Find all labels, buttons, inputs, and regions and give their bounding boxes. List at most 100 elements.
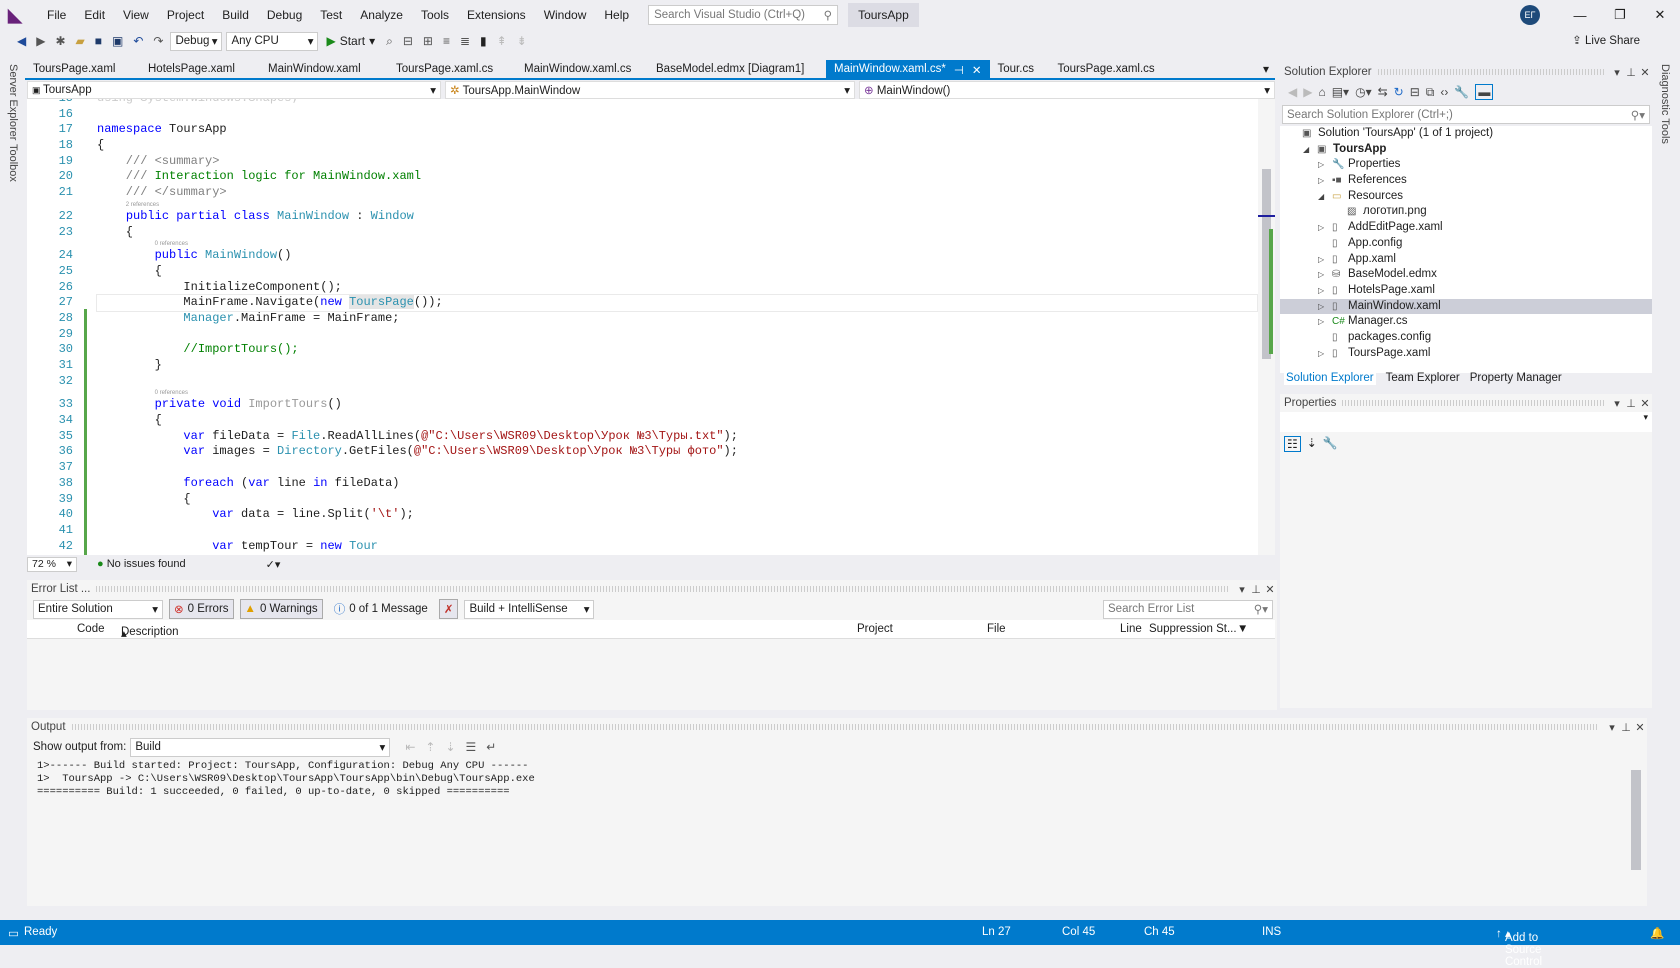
warnings-filter-button[interactable]: ▲ 0 Warnings bbox=[239, 599, 323, 619]
save-icon[interactable]: ■ bbox=[92, 34, 105, 48]
alphabetical-icon[interactable]: ⇣ bbox=[1307, 436, 1317, 452]
property-pages-icon[interactable]: 🔧 bbox=[1323, 436, 1338, 452]
undo-icon[interactable]: ↶ bbox=[130, 34, 146, 48]
home-icon[interactable]: ⌂ bbox=[1318, 85, 1325, 99]
code-line[interactable]: foreach (var line in fileData) bbox=[97, 476, 1257, 492]
pin-icon[interactable]: ⊥ bbox=[1249, 583, 1263, 596]
errors-filter-button[interactable]: ⊗ 0 Errors bbox=[169, 599, 234, 619]
tree-item[interactable]: ▷ ▯ HotelsPage.xaml bbox=[1280, 283, 1652, 299]
search-input[interactable]: Search Visual Studio (Ctrl+Q) ⚲ bbox=[648, 5, 839, 25]
start-button[interactable]: ▶ Start ▾ bbox=[322, 34, 379, 48]
bookmark-next-icon[interactable]: ⇟ bbox=[514, 34, 530, 48]
column-code[interactable]: Code bbox=[77, 623, 105, 635]
tab-document[interactable]: ToursPage.xaml bbox=[25, 60, 140, 78]
tab-property-manager[interactable]: Property Manager bbox=[1470, 371, 1562, 385]
save-all-icon[interactable]: ▣ bbox=[109, 34, 126, 48]
menu-debug[interactable]: Debug bbox=[258, 8, 311, 22]
column-file[interactable]: File bbox=[987, 623, 1006, 635]
tree-item[interactable]: ▷ ▪■ References bbox=[1280, 173, 1652, 189]
menu-edit[interactable]: Edit bbox=[75, 8, 114, 22]
tree-item[interactable]: ▷ 🔧 Properties bbox=[1280, 157, 1652, 173]
type-dropdown[interactable]: ✲ ToursApp.MainWindow ▾ bbox=[445, 81, 855, 99]
notifications-icon[interactable]: 🔔 bbox=[1650, 926, 1664, 940]
forward-icon[interactable]: ▶ bbox=[33, 34, 48, 48]
back-icon[interactable]: ◀ bbox=[14, 34, 29, 48]
menu-test[interactable]: Test bbox=[311, 8, 351, 22]
tree-item[interactable]: ▯ packages.config bbox=[1280, 330, 1652, 346]
tree-item[interactable]: ▷ C# Manager.cs bbox=[1280, 314, 1652, 330]
restore-icon[interactable]: ❐ bbox=[1600, 7, 1640, 23]
code-line[interactable]: //ImportTours(); bbox=[97, 342, 1257, 358]
switch-views-icon[interactable]: ▤▾ bbox=[1332, 85, 1349, 99]
menu-project[interactable]: Project bbox=[158, 8, 213, 22]
menu-file[interactable]: File bbox=[38, 8, 75, 22]
code-line[interactable]: /// </summary> bbox=[97, 185, 1257, 201]
show-all-files-icon[interactable]: ⧉ bbox=[1426, 85, 1435, 100]
comment-icon[interactable]: ≡ bbox=[440, 34, 453, 48]
zoom-dropdown[interactable]: 72 % ▾ bbox=[27, 556, 77, 572]
code-line[interactable] bbox=[97, 107, 1257, 123]
dropdown-icon[interactable]: ▾ bbox=[1605, 721, 1619, 734]
clear-all-icon[interactable]: ☰ bbox=[463, 740, 480, 754]
pin-icon[interactable]: ⊥ bbox=[1624, 397, 1638, 410]
tree-item[interactable]: ▯ App.config bbox=[1280, 236, 1652, 252]
filter-toggle-button[interactable]: ✗ bbox=[438, 599, 459, 619]
scope-dropdown[interactable]: Entire Solution ▾ bbox=[33, 599, 163, 619]
code-line[interactable]: { bbox=[97, 413, 1257, 429]
tree-item[interactable]: ▷ ▯ MainWindow.xaml bbox=[1280, 298, 1652, 315]
code-line[interactable]: { bbox=[97, 225, 1257, 241]
tab-solution-explorer[interactable]: Solution Explorer bbox=[1284, 371, 1376, 385]
code-line[interactable]: { bbox=[97, 492, 1257, 508]
code-line[interactable]: var tempTour = new Tour bbox=[97, 539, 1257, 555]
next-message-icon[interactable]: ⇣ bbox=[442, 740, 458, 754]
code-line[interactable]: public MainWindow() bbox=[97, 248, 1257, 264]
properties-icon[interactable]: 🔧 bbox=[1454, 85, 1469, 99]
codelens-references[interactable]: 2 references bbox=[97, 201, 1257, 209]
categorized-icon[interactable]: ☷ bbox=[1284, 436, 1301, 452]
code-line[interactable]: Manager.MainFrame = MainFrame; bbox=[97, 311, 1257, 327]
menu-window[interactable]: Window bbox=[535, 8, 596, 22]
code-line[interactable]: { bbox=[97, 264, 1257, 280]
codelens-references[interactable]: 0 references bbox=[97, 240, 1257, 248]
minimize-icon[interactable]: — bbox=[1560, 8, 1600, 23]
status-insert-mode[interactable]: INS bbox=[1262, 926, 1281, 938]
pin-icon[interactable]: ⊥ bbox=[1624, 66, 1638, 79]
pending-changes-icon[interactable]: ◷▾ bbox=[1355, 85, 1372, 99]
code-line[interactable] bbox=[97, 374, 1257, 390]
add-to-source-control-button[interactable]: ↑ Add to Source Control ▴ bbox=[1496, 926, 1542, 968]
menu-view[interactable]: View bbox=[114, 8, 158, 22]
tree-item[interactable]: ▷ ⛁ BaseModel.edmx bbox=[1280, 267, 1652, 283]
view-code-icon[interactable]: ‹› bbox=[1440, 85, 1448, 99]
refresh-icon[interactable]: ↻ bbox=[1394, 85, 1404, 99]
code-cleanup-icon[interactable]: ✓▾ bbox=[266, 558, 281, 571]
uncomment-icon[interactable]: ≣ bbox=[457, 34, 473, 48]
pin-icon[interactable]: ⊥ bbox=[1619, 721, 1633, 734]
output-scrollbar[interactable] bbox=[1631, 760, 1641, 900]
pin-icon[interactable]: ⊣ bbox=[954, 63, 964, 78]
code-line[interactable]: public partial class MainWindow : Window bbox=[97, 209, 1257, 225]
tree-item[interactable]: ◢ ▭ Resources bbox=[1280, 189, 1652, 205]
output-text[interactable]: 1>------ Build started: Project: ToursAp… bbox=[27, 760, 1627, 906]
expand-arrow-icon[interactable]: ▷ bbox=[1318, 314, 1324, 330]
find-message-icon[interactable]: ⇤ bbox=[402, 740, 418, 754]
code-line[interactable] bbox=[97, 327, 1257, 343]
code-line[interactable]: InitializeComponent(); bbox=[97, 280, 1257, 296]
tab-document[interactable]: HotelsPage.xaml bbox=[140, 60, 260, 78]
avatar[interactable]: EГ bbox=[1520, 5, 1540, 25]
expand-arrow-icon[interactable]: ▷ bbox=[1318, 252, 1324, 268]
tab-document[interactable]: BaseModel.edmx [Diagram1] bbox=[648, 60, 826, 78]
output-source-dropdown[interactable]: Build ▾ bbox=[130, 737, 391, 757]
server-explorer-tab[interactable]: Server Explorer bbox=[7, 60, 19, 144]
word-wrap-icon[interactable]: ↵ bbox=[483, 740, 499, 754]
platform-dropdown[interactable]: Any CPU ▾ bbox=[226, 31, 319, 51]
code-line[interactable]: var fileData = File.ReadAllLines(@"C:\Us… bbox=[97, 429, 1257, 445]
tab-document[interactable]: MainWindow.xaml.cs* ⊣ ✕ bbox=[826, 60, 990, 78]
tab-document[interactable]: Tour.cs bbox=[990, 60, 1050, 78]
step-icon[interactable]: ⊟ bbox=[400, 34, 416, 48]
no-issues-indicator[interactable]: ● No issues found bbox=[97, 558, 186, 570]
code-line[interactable]: { bbox=[97, 138, 1257, 154]
search-solution-explorer-input[interactable]: Search Solution Explorer (Ctrl+;) ⚲▾ bbox=[1282, 105, 1650, 124]
tree-item[interactable]: ◢ ▣ ToursApp bbox=[1280, 142, 1652, 158]
forward-icon[interactable]: ▶ bbox=[1303, 85, 1312, 99]
tree-item[interactable]: ▨ логотип.png bbox=[1280, 204, 1652, 220]
